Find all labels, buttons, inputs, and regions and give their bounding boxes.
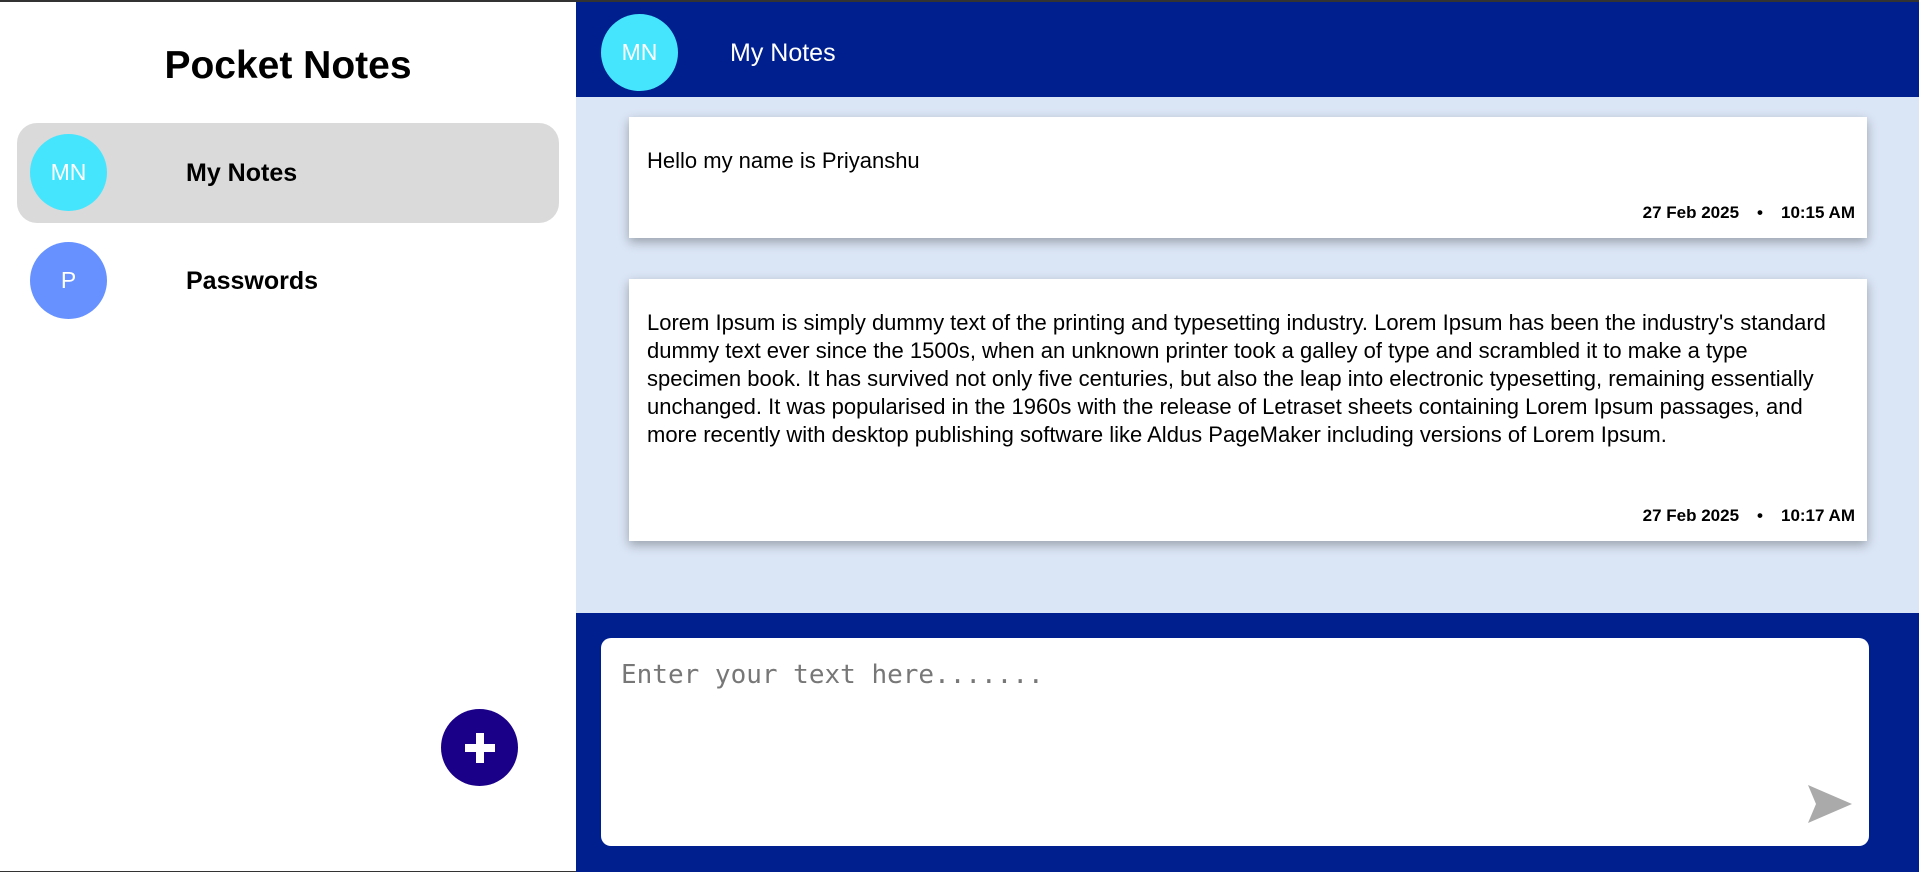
note-separator: • [1757,203,1763,222]
notes-header: MN My Notes [576,2,1919,97]
note-timestamp: 27 Feb 2025 • 10:15 AM [1643,203,1855,223]
note-card: Hello my name is Priyanshu 27 Feb 2025 • 1… [629,117,1867,238]
app-title: Pocket Notes [164,44,412,87]
note-date: 27 Feb 2025 [1642,506,1740,525]
note-time: 10:17 AM [1780,506,1855,525]
send-button[interactable] [1806,783,1854,825]
note-input[interactable] [601,638,1869,846]
group-avatar: MN [30,134,107,211]
note-text: Hello my name is Priyanshu [647,148,920,173]
sidebar: Pocket Notes MN My Notes P Passwords [0,2,576,872]
note-separator: • [1757,506,1763,525]
notes-panel: MN My Notes Hello my name is Priyanshu 2… [576,2,1919,872]
note-timestamp: 27 Feb 2025 • 10:17 AM [1643,506,1855,526]
header-avatar: MN [601,14,678,91]
send-icon [1808,785,1852,823]
header-title: My Notes [730,39,836,67]
note-card: Lorem Ipsum is simply dummy text of the … [629,279,1867,541]
note-time: 10:15 AM [1780,203,1855,222]
group-avatar: P [30,242,107,319]
add-group-button[interactable] [441,709,518,786]
note-composer [576,613,1919,872]
group-label: Passwords [186,267,319,295]
group-item-passwords[interactable]: P Passwords [17,231,559,331]
group-item-my-notes[interactable]: MN My Notes [17,123,559,223]
group-label: My Notes [186,159,298,187]
plus-icon [464,732,495,763]
note-date: 27 Feb 2025 [1642,203,1740,222]
note-text: Lorem Ipsum is simply dummy text of the … [647,310,1826,447]
